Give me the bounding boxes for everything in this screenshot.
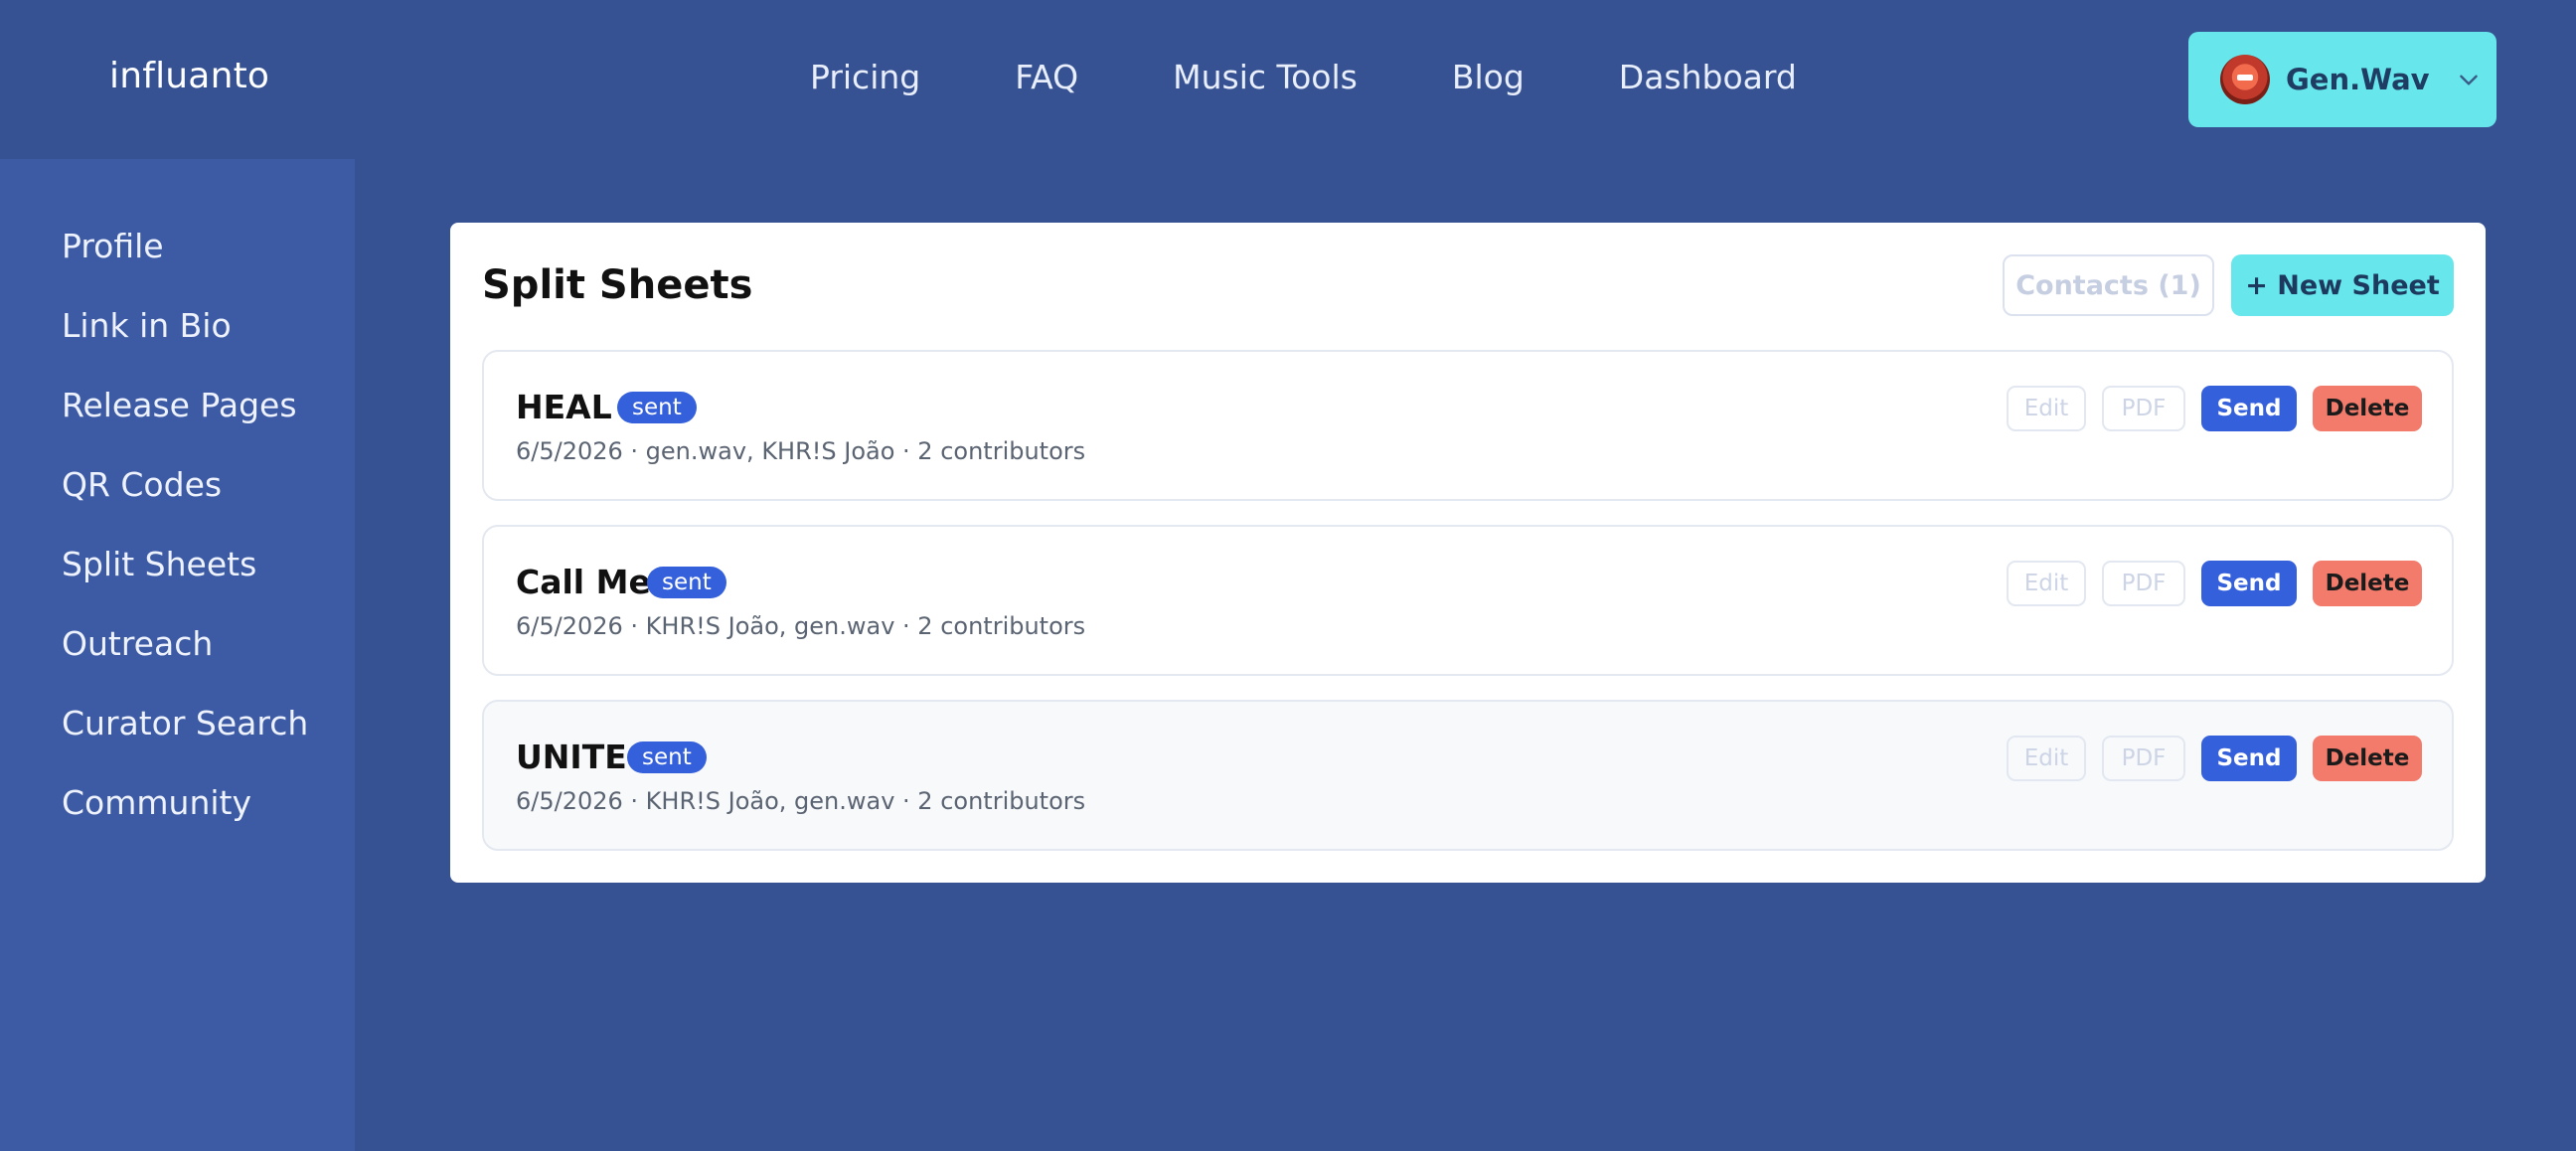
send-button[interactable]: Send — [2201, 386, 2297, 431]
sheet-name: UNITE — [516, 738, 627, 776]
nav-pricing[interactable]: Pricing — [810, 58, 920, 96]
sidebar: Profile Link in Bio Release Pages QR Cod… — [0, 159, 355, 1151]
pdf-button[interactable]: PDF — [2102, 561, 2185, 606]
sidebar-item-profile[interactable]: Profile — [62, 227, 164, 265]
new-sheet-button[interactable]: + New Sheet — [2231, 254, 2454, 316]
user-name: Gen.Wav — [2286, 63, 2430, 96]
avatar — [2220, 55, 2270, 104]
nav-blog[interactable]: Blog — [1452, 58, 1525, 96]
edit-button[interactable]: Edit — [2007, 561, 2086, 606]
sidebar-item-outreach[interactable]: Outreach — [62, 624, 213, 663]
status-badge: sent — [647, 567, 726, 598]
page-title: Split Sheets — [482, 262, 753, 308]
sheet-meta: 6/5/2026 · KHR!S João, gen.wav · 2 contr… — [516, 612, 1086, 640]
sheet-name: Call Me — [516, 563, 651, 601]
sheet-row[interactable]: HEAL sent 6/5/2026 · gen.wav, KHR!S João… — [482, 350, 2454, 501]
status-badge: sent — [627, 741, 707, 773]
nav-faq[interactable]: FAQ — [1015, 58, 1078, 96]
edit-button[interactable]: Edit — [2007, 736, 2086, 781]
split-sheets-card: Split Sheets Contacts (1) + New Sheet HE… — [450, 223, 2486, 883]
delete-button[interactable]: Delete — [2313, 386, 2422, 431]
sidebar-item-qr-codes[interactable]: QR Codes — [62, 465, 222, 504]
nav-music-tools[interactable]: Music Tools — [1173, 58, 1358, 96]
sheet-meta: 6/5/2026 · KHR!S João, gen.wav · 2 contr… — [516, 787, 1086, 815]
pdf-button[interactable]: PDF — [2102, 386, 2185, 431]
sheet-row[interactable]: UNITE sent 6/5/2026 · KHR!S João, gen.wa… — [482, 700, 2454, 851]
send-button[interactable]: Send — [2201, 561, 2297, 606]
sheet-row[interactable]: Call Me sent 6/5/2026 · KHR!S João, gen.… — [482, 525, 2454, 676]
status-badge: sent — [617, 392, 697, 423]
sidebar-item-link-in-bio[interactable]: Link in Bio — [62, 306, 232, 345]
sidebar-item-split-sheets[interactable]: Split Sheets — [62, 545, 256, 583]
delete-button[interactable]: Delete — [2313, 561, 2422, 606]
sheet-meta: 6/5/2026 · gen.wav, KHR!S João · 2 contr… — [516, 437, 1086, 465]
edit-button[interactable]: Edit — [2007, 386, 2086, 431]
main-nav: Pricing FAQ Music Tools Blog Dashboard — [810, 58, 1891, 96]
sidebar-item-community[interactable]: Community — [62, 783, 251, 822]
sidebar-item-curator-search[interactable]: Curator Search — [62, 704, 308, 742]
pdf-button[interactable]: PDF — [2102, 736, 2185, 781]
sheet-name: HEAL — [516, 388, 612, 426]
contacts-button[interactable]: Contacts (1) — [2003, 254, 2214, 316]
sidebar-item-release-pages[interactable]: Release Pages — [62, 386, 297, 424]
user-menu-button[interactable]: Gen.Wav — [2188, 32, 2496, 127]
chevron-down-icon — [2459, 75, 2478, 85]
nav-dashboard[interactable]: Dashboard — [1619, 58, 1797, 96]
delete-button[interactable]: Delete — [2313, 736, 2422, 781]
top-header: influanto Pricing FAQ Music Tools Blog D… — [0, 0, 2576, 159]
brand-logo[interactable]: influanto — [109, 56, 269, 96]
send-button[interactable]: Send — [2201, 736, 2297, 781]
